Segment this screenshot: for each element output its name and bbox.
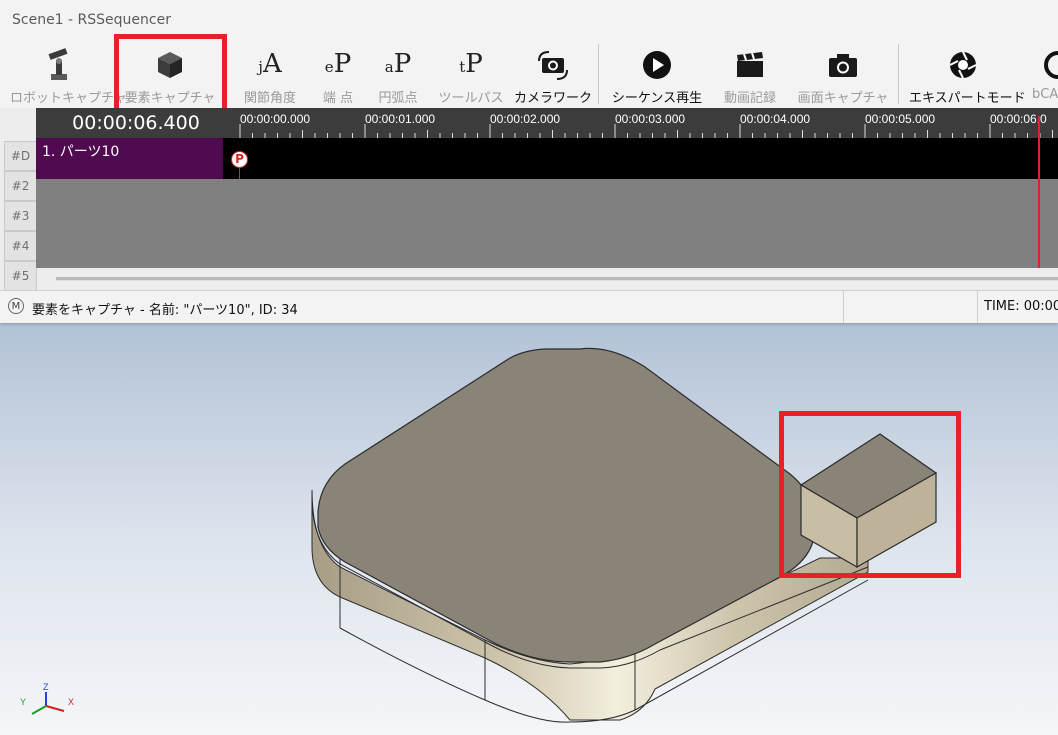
current-time-display: 00:00:06.400 <box>36 108 236 138</box>
3d-viewport[interactable]: Z X Y <box>0 322 1058 735</box>
record-video-label: 動画記録 <box>723 91 776 106</box>
bca-label: bCA <box>1032 87 1058 102</box>
joint-angle-icon: jA <box>258 48 282 79</box>
ruler-label: 00:00:01.000 <box>365 112 436 126</box>
aperture-icon <box>915 48 1011 82</box>
window-title: Scene1 - RSSequencer <box>12 12 171 28</box>
play-sequence-button[interactable]: シーケンス再生 <box>612 40 702 106</box>
expert-mode-button[interactable]: エキスパートモード <box>909 40 1026 106</box>
row-header[interactable]: #2 <box>4 171 37 201</box>
status-time: TIME: 00:00 <box>984 299 1058 314</box>
time-ruler[interactable]: 00:00:00.000 00:00:01.000 00:00:02.000 0… <box>236 108 1058 138</box>
play-sequence-label: シーケンス再生 <box>611 91 703 106</box>
status-message: 要素をキャプチャ - 名前: "パーツ10", ID: 34 <box>32 303 298 318</box>
arc-point-button[interactable]: aP 円弧点 <box>368 40 428 107</box>
robot-capture-button[interactable]: ロボットキャプチャ <box>10 40 127 106</box>
row-header[interactable]: #4 <box>4 231 37 261</box>
camera-work-button[interactable]: カメラワーク <box>514 40 592 106</box>
ruler-label: 00:00:03.000 <box>615 112 686 126</box>
end-point-icon: eP <box>324 48 352 79</box>
row-header[interactable]: #D <box>4 141 37 171</box>
ruler-label: 00:00:00.000 <box>240 112 311 126</box>
status-separator <box>977 291 978 323</box>
cut-off-icon <box>1032 48 1058 82</box>
row-header[interactable]: #5 <box>4 261 37 291</box>
bca-button[interactable]: bCA <box>1032 40 1058 106</box>
arc-point-label: 円弧点 <box>378 91 418 106</box>
end-point-button[interactable]: eP 端 点 <box>308 40 368 107</box>
element-capture-highlight-box <box>114 34 227 116</box>
clapperboard-icon <box>720 48 780 82</box>
playhead[interactable] <box>1038 116 1040 268</box>
tool-path-button[interactable]: tP ツールパス <box>438 40 503 107</box>
horizontal-scrollbar[interactable] <box>56 277 1058 281</box>
track-row[interactable]: 1. パーツ10 P <box>36 138 1058 179</box>
ruler-label: 00:00:05.000 <box>865 112 936 126</box>
status-separator <box>843 291 844 323</box>
track-area[interactable]: 1. パーツ10 P <box>36 138 1058 268</box>
row-header[interactable]: #3 <box>4 201 37 231</box>
toolbar-separator <box>898 44 899 104</box>
joint-angle-button[interactable]: jA 関節角度 <box>240 40 300 107</box>
keyframe-marker[interactable]: P <box>231 151 248 168</box>
marker-line <box>239 168 240 179</box>
robot-arm-icon <box>16 48 102 82</box>
arc-point-icon: aP <box>384 48 412 79</box>
svg-text:Z: Z <box>43 682 49 692</box>
camera-work-icon <box>520 48 586 82</box>
play-icon <box>614 48 700 82</box>
tool-path-label: ツールパス <box>438 91 504 106</box>
toolbar-separator <box>598 44 599 104</box>
expert-mode-label: エキスパートモード <box>909 91 1026 106</box>
ruler-label: 00:00:04.000 <box>740 112 811 126</box>
tool-path-icon: tP <box>459 48 483 79</box>
camera-icon <box>800 48 886 82</box>
sequencer-window: Scene1 - RSSequencer ロボットキャプチャ 要素キャプチャ j… <box>0 0 1058 323</box>
robot-capture-label: ロボットキャプチャ <box>10 91 127 106</box>
timeline: 00:00:06.400 00:00:00.000 00:00:01.000 0… <box>0 108 1058 291</box>
screen-capture-button[interactable]: 画面キャプチャ <box>798 40 888 106</box>
screen-capture-label: 画面キャプチャ <box>797 91 889 106</box>
block-highlight-box <box>779 411 961 578</box>
svg-text:X: X <box>68 697 74 707</box>
camera-work-label: カメラワーク <box>514 91 593 106</box>
sequence-clip[interactable]: 1. パーツ10 <box>36 138 223 179</box>
svg-text:Y: Y <box>20 697 26 707</box>
mode-indicator: M <box>8 298 24 314</box>
ruler-label: 00:00:02.000 <box>490 112 561 126</box>
axis-triad: Z X Y <box>20 682 74 715</box>
status-bar: M 要素をキャプチャ - 名前: "パーツ10", ID: 34 TIME: 0… <box>0 290 1058 323</box>
record-video-button[interactable]: 動画記録 <box>720 40 780 106</box>
scrollbar-thumb[interactable] <box>56 277 1058 280</box>
joint-angle-label: 関節角度 <box>243 91 296 106</box>
